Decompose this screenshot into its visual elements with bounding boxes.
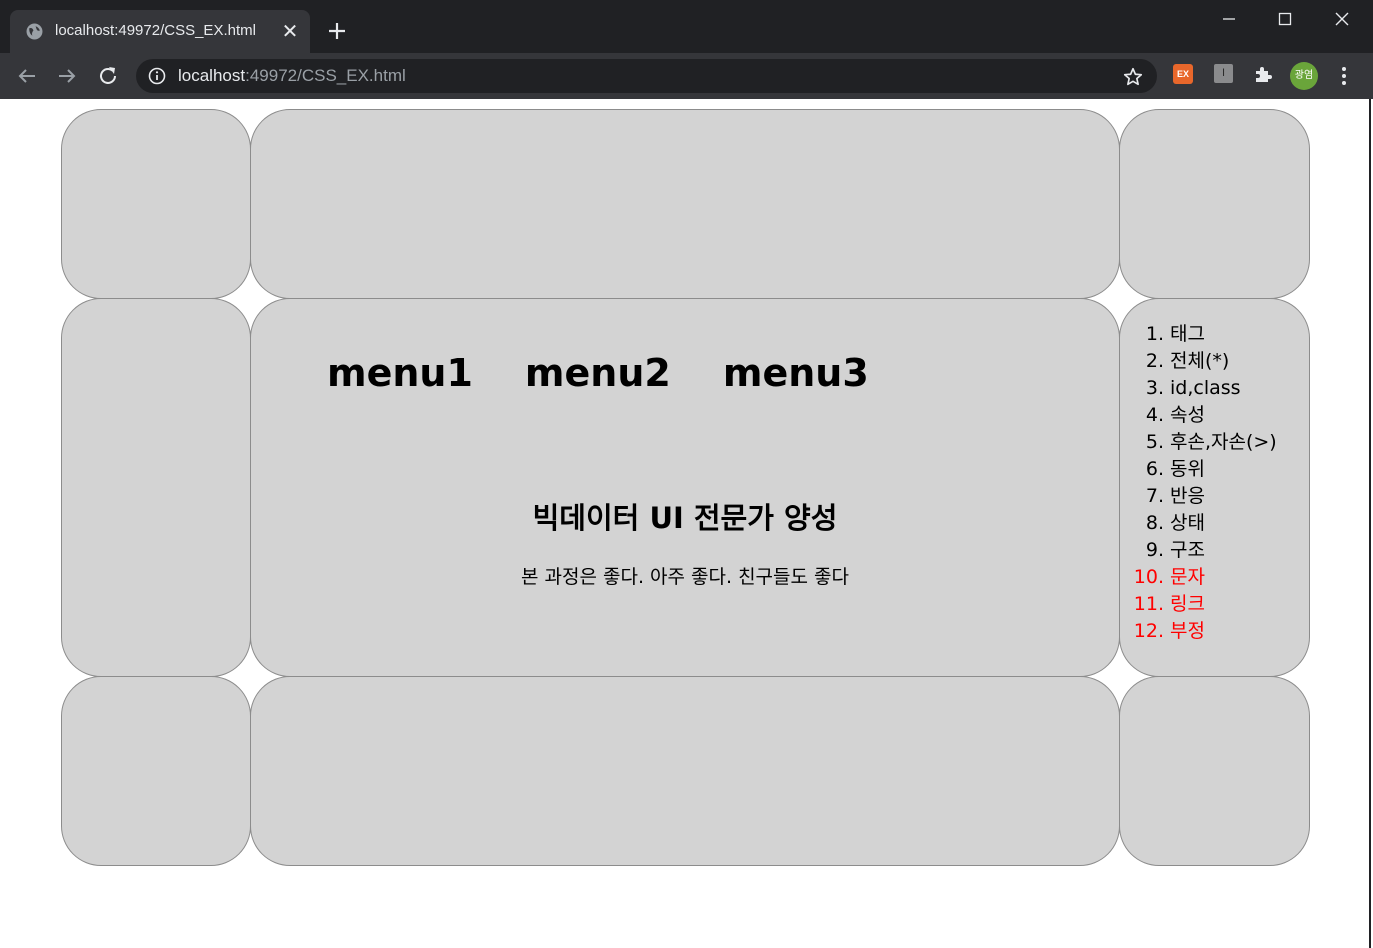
maximize-icon[interactable] — [1272, 7, 1298, 31]
toc-item-label: 반응 — [1170, 485, 1205, 507]
cell-bottom-left — [61, 676, 251, 866]
toc-item-label: 구조 — [1170, 539, 1205, 561]
toc-item: 9. 구조 — [1126, 537, 1277, 564]
toc-item-label: 태그 — [1170, 323, 1205, 345]
toc-item: 1. 태그 — [1126, 321, 1277, 348]
cell-middle-left — [61, 298, 251, 677]
cell-bottom-center — [250, 676, 1120, 866]
more-menu-icon[interactable] — [1334, 64, 1354, 88]
url-path: :49972/CSS_EX.html — [245, 66, 406, 85]
address-bar[interactable]: localhost:49972/CSS_EX.html — [136, 59, 1157, 93]
menu-item-2[interactable]: menu2 — [525, 351, 671, 395]
toc-item: 3. id,class — [1126, 375, 1277, 402]
toc-item-label: 후손,자손(>) — [1170, 431, 1277, 453]
toc-item: 5. 후손,자손(>) — [1126, 429, 1277, 456]
forward-icon[interactable] — [55, 64, 79, 88]
menu-item-3[interactable]: menu3 — [723, 351, 869, 395]
toc-item-number: 9. — [1145, 539, 1164, 561]
url-host: localhost — [178, 66, 246, 85]
toc-item-label: 속성 — [1170, 404, 1205, 426]
cell-top-left — [61, 109, 251, 299]
toc-item-number: 4. — [1145, 404, 1164, 426]
page-title: 빅데이터 UI 전문가 양성 — [532, 501, 838, 535]
back-icon[interactable] — [15, 64, 39, 88]
menu-bar: menu1 menu2 menu3 — [327, 351, 869, 395]
bookmark-star-icon[interactable] — [1122, 66, 1144, 88]
tab-title: localhost:49972/CSS_EX.html — [55, 22, 256, 39]
toc-item-label: 문자 — [1170, 566, 1205, 588]
toc-list: 1. 태그 2. 전체(*) 3. id,class 4. 속성 5. 후손,자손(>) 6. 동위 7… — [1126, 321, 1277, 645]
toc-item-number: 8. — [1145, 512, 1164, 534]
toc-item-label: 전체(*) — [1170, 350, 1230, 372]
url-text: localhost:49972/CSS_EX.html — [178, 66, 406, 86]
menu-item-1[interactable]: menu1 — [327, 351, 473, 395]
minimize-icon[interactable] — [1216, 7, 1242, 31]
toc-item-label: 링크 — [1170, 593, 1205, 615]
toc-item-number: 2. — [1145, 350, 1164, 372]
toc-item-number: 12. — [1133, 620, 1164, 642]
cell-bottom-right — [1119, 676, 1310, 866]
cell-toc: 1. 태그 2. 전체(*) 3. id,class 4. 속성 5. 후손,자손(>) 6. 동위 7… — [1119, 298, 1310, 677]
profile-avatar[interactable]: 광염 — [1290, 62, 1318, 90]
browser-toolbar: localhost:49972/CSS_EX.html EX I — [0, 53, 1373, 99]
toc-item-label: 부정 — [1170, 620, 1205, 642]
toc-item-number: 7. — [1145, 485, 1164, 507]
tab-strip: localhost:49972/CSS_EX.html ✕ — [0, 0, 1373, 53]
page-viewport: menu1 menu2 menu3 빅데이터 UI 전문가 양성 본 과정은 좋… — [0, 99, 1371, 948]
toc-item: 8. 상태 — [1126, 510, 1277, 537]
toc-item-label: id,class — [1170, 377, 1241, 399]
page-description: 본 과정은 좋다. 아주 좋다. 친구들도 좋다 — [521, 566, 849, 588]
cell-top-right — [1119, 109, 1310, 299]
toc-item: 6. 동위 — [1126, 456, 1277, 483]
toc-item-label: 상태 — [1170, 512, 1205, 534]
toc-item-number: 6. — [1145, 458, 1164, 480]
new-tab-icon[interactable] — [326, 20, 348, 42]
close-tab-icon[interactable]: ✕ — [280, 21, 300, 41]
reload-icon[interactable] — [96, 64, 120, 88]
toc-item: 2. 전체(*) — [1126, 348, 1277, 375]
toc-item: 12. 부정 — [1126, 618, 1277, 645]
browser-tab[interactable]: localhost:49972/CSS_EX.html ✕ — [10, 10, 310, 53]
cell-main-content: menu1 menu2 menu3 빅데이터 UI 전문가 양성 본 과정은 좋… — [250, 298, 1120, 677]
toc-item: 7. 반응 — [1126, 483, 1277, 510]
toc-item-label: 동위 — [1170, 458, 1205, 480]
extensions-puzzle-icon[interactable] — [1253, 64, 1273, 84]
layout-grid: menu1 menu2 menu3 빅데이터 UI 전문가 양성 본 과정은 좋… — [61, 109, 1310, 866]
toc-item-number: 1. — [1145, 323, 1164, 345]
cell-top-center — [250, 109, 1120, 299]
toc-item-number: 10. — [1133, 566, 1164, 588]
toc-item-number: 11. — [1133, 593, 1164, 615]
toc-item: 4. 속성 — [1126, 402, 1277, 429]
extension-i-icon[interactable]: I — [1214, 64, 1233, 83]
toc-item-number: 5. — [1145, 431, 1164, 453]
close-window-icon[interactable] — [1329, 7, 1355, 31]
extension-ex-icon[interactable]: EX — [1173, 64, 1193, 84]
globe-icon — [26, 23, 43, 40]
toc-item-number: 3. — [1145, 377, 1164, 399]
toc-item: 11. 링크 — [1126, 591, 1277, 618]
info-icon[interactable] — [148, 67, 166, 85]
toc-item: 10. 문자 — [1126, 564, 1277, 591]
